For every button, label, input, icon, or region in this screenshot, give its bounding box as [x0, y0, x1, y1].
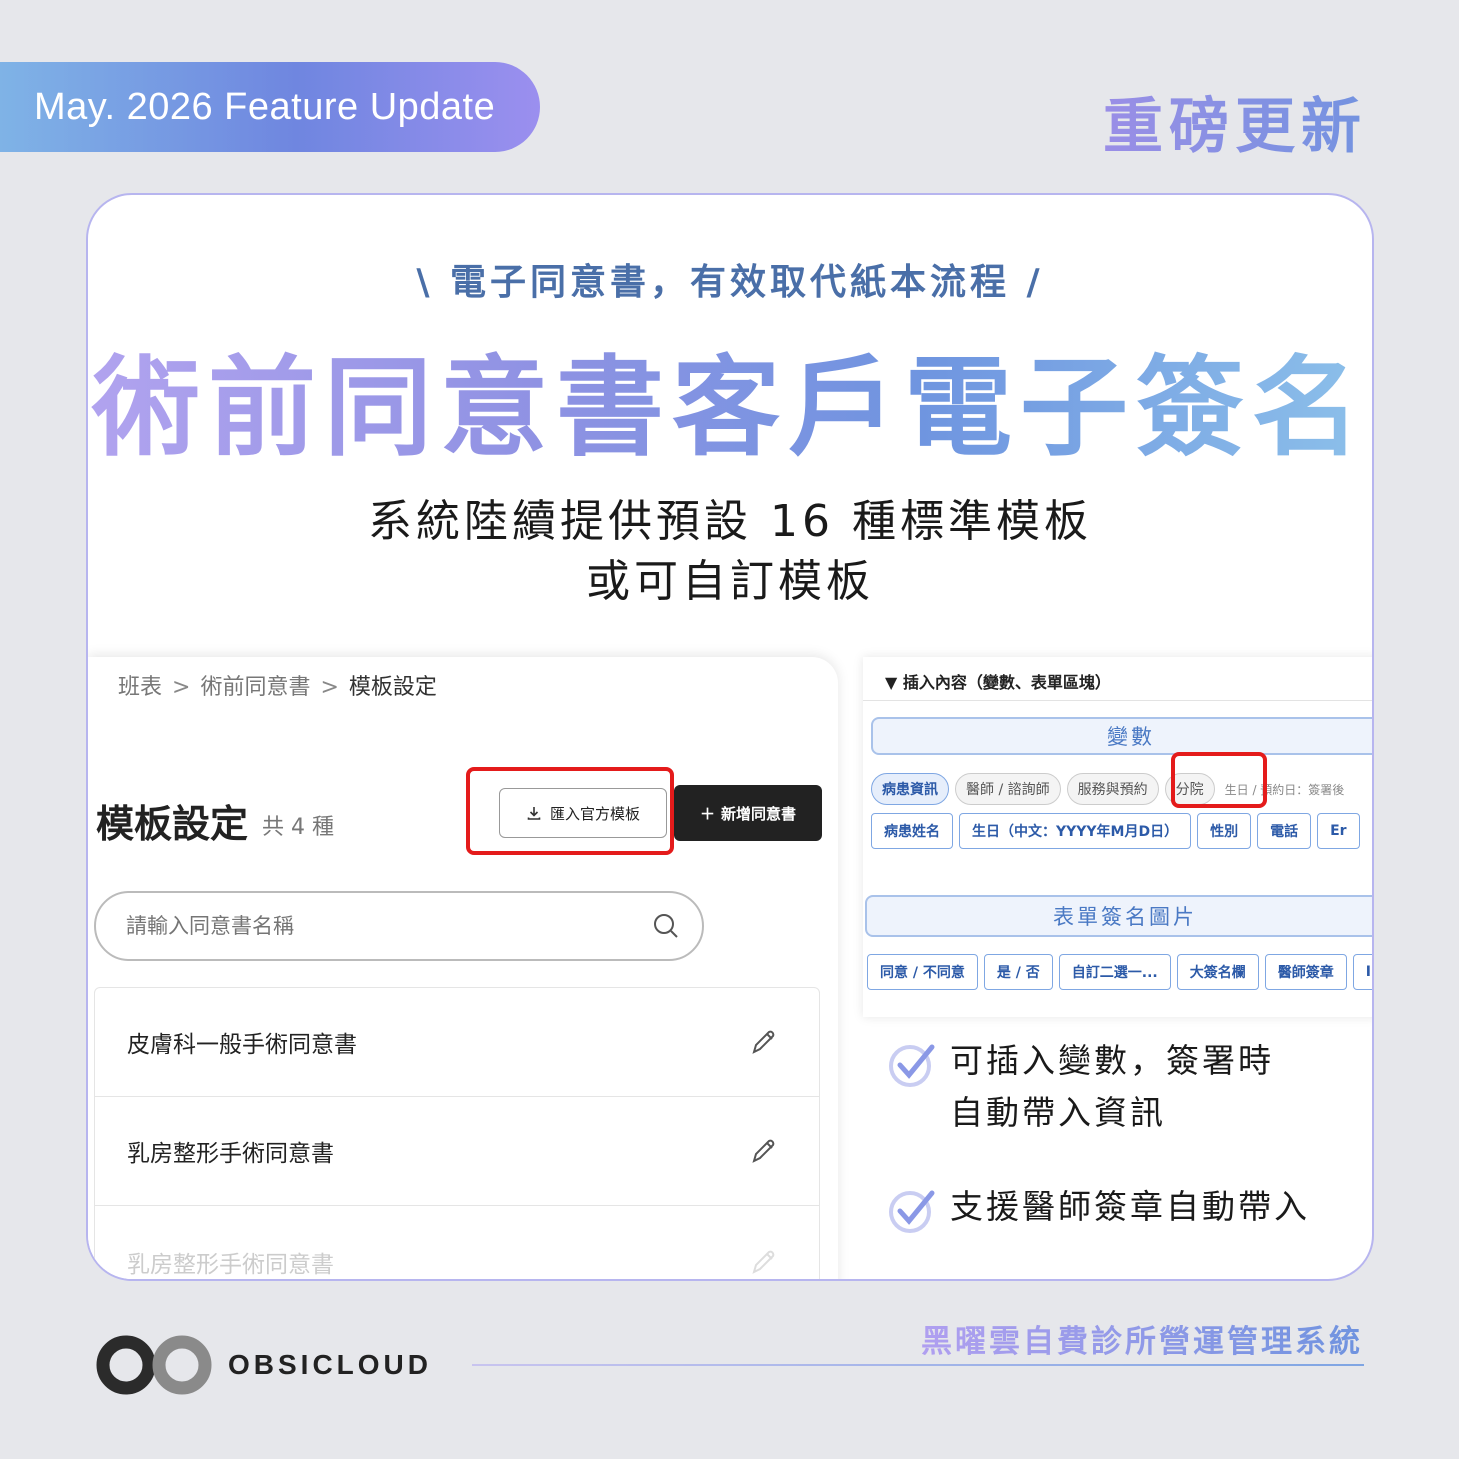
var-email-button[interactable]: Er	[1317, 813, 1360, 849]
variable-buttons: 病患姓名 生日（中文：YYYY年M月D日） 性別 電話 Er	[871, 813, 1360, 849]
main-card: \ 電子同意書，有效取代紙本流程 / 術前同意書客戶電子簽名 系統陸續提供預設 …	[86, 193, 1374, 1281]
template-name: 乳房整形手術同意書	[127, 1141, 334, 1167]
search-input[interactable]	[126, 914, 606, 938]
company-name: 黑曜雲自費診所營運管理系統	[921, 1316, 1363, 1361]
plus-icon: ＋	[699, 804, 715, 823]
feature-doctor-seal: 支援醫師簽章自動帶入	[888, 1181, 1310, 1235]
variables-section-bar[interactable]: 變數	[871, 717, 1372, 755]
logo-icon	[96, 1335, 212, 1395]
list-item[interactable]: 乳房整形手術同意書	[95, 1206, 819, 1279]
insert-content-panel: ▼ 插入內容（變數、表單區塊） 變數 病患資訊 醫師 / 諮詢師 服務與預約 分…	[863, 657, 1372, 1017]
feature-text: 支援醫師簽章自動帶入	[950, 1187, 1310, 1226]
feature-update-badge: May. 2026 Feature Update	[0, 62, 540, 152]
tagline: \ 電子同意書，有效取代紙本流程 /	[416, 262, 1044, 303]
form-large-signature-button[interactable]: 大簽名欄	[1176, 954, 1259, 990]
edit-icon[interactable]	[747, 1245, 781, 1279]
template-name: 乳房整形手術同意書	[127, 1252, 334, 1278]
var-gender-button[interactable]: 性別	[1197, 813, 1252, 849]
form-signature-section-bar[interactable]: 表單簽名圖片	[865, 895, 1372, 937]
var-phone-button[interactable]: 電話	[1257, 813, 1312, 849]
search-box	[94, 891, 704, 961]
variable-tabs: 病患資訊 醫師 / 諮詢師 服務與預約 分院 生日 / 預約日：簽署後	[871, 773, 1348, 805]
form-custom-choice-button[interactable]: 自訂二選一...	[1058, 954, 1171, 990]
download-icon	[527, 807, 541, 820]
template-name: 皮膚科一般手術同意書	[127, 1032, 357, 1058]
obsicloud-logo: OBSICLOUD	[96, 1334, 432, 1396]
feature-text: 自動帶入資訊	[950, 1093, 1166, 1132]
check-icon	[889, 1044, 935, 1087]
tab-patient-info[interactable]: 病患資訊	[871, 773, 949, 805]
breadcrumb-separator: >	[320, 675, 339, 700]
hero-title: 術前同意書客戶電子簽名	[88, 321, 1372, 477]
edit-icon[interactable]	[747, 1134, 781, 1168]
form-agree-button[interactable]: 同意 / 不同意	[867, 954, 978, 990]
form-more-button[interactable]: I	[1352, 954, 1372, 990]
feature-text: 可插入變數，簽署時	[950, 1041, 1274, 1080]
headline: 重磅更新	[1103, 78, 1367, 165]
var-patient-name-button[interactable]: 病患姓名	[871, 813, 953, 849]
search-icon[interactable]	[652, 912, 680, 940]
var-birthday-button[interactable]: 生日（中文：YYYY年M月D日）	[959, 813, 1192, 849]
template-list: 皮膚科一般手術同意書 乳房整形手術同意書 乳房整形手術同意書	[94, 987, 820, 1279]
tab-service[interactable]: 服務與預約	[1066, 773, 1159, 805]
form-buttons: 同意 / 不同意 是 / 否 自訂二選一... 大簽名欄 醫師簽章 I	[867, 954, 1372, 990]
tab-doctor[interactable]: 醫師 / 諮詢師	[955, 773, 1061, 805]
logo-text: OBSICLOUD	[228, 1349, 432, 1380]
breadcrumb-item[interactable]: 術前同意書	[200, 675, 310, 700]
breadcrumb-current: 模板設定	[348, 675, 437, 700]
form-yes-no-button[interactable]: 是 / 否	[983, 954, 1053, 990]
feature-variables: 可插入變數，簽署時 自動帶入資訊	[888, 1035, 1274, 1139]
list-item[interactable]: 皮膚科一般手術同意書	[95, 988, 819, 1097]
breadcrumb-separator: >	[172, 675, 191, 700]
insert-content-header[interactable]: ▼ 插入內容（變數、表單區塊）	[863, 657, 1372, 701]
import-button-label: 匯入官方模板	[549, 804, 640, 823]
highlight-box	[1171, 752, 1267, 808]
check-icon	[889, 1190, 935, 1233]
page-title: 模板設定	[96, 802, 249, 846]
add-button-label: 新增同意書	[721, 804, 797, 823]
list-item[interactable]: 乳房整形手術同意書	[95, 1097, 819, 1206]
badge-text: May. 2026 Feature Update	[34, 85, 496, 128]
add-consent-button[interactable]: ＋ 新增同意書	[674, 785, 822, 841]
subtitle-line1: 系統陸續提供預設 16 種標準模板	[368, 496, 1092, 547]
import-official-template-button[interactable]: 匯入官方模板	[499, 788, 667, 838]
edit-icon[interactable]	[747, 1025, 781, 1059]
template-count: 共 4 種	[262, 815, 334, 840]
template-settings-panel: 班表 > 術前同意書 > 模板設定 模板設定 共 4 種 匯入官方模板 ＋ 新增同意書 …	[88, 657, 838, 1279]
footer-divider	[472, 1364, 1364, 1366]
form-doctor-seal-button[interactable]: 醫師簽章	[1264, 954, 1347, 990]
breadcrumb: 班表 > 術前同意書 > 模板設定	[118, 669, 437, 701]
subtitle-line2: 或可自訂模板	[586, 556, 874, 607]
breadcrumb-item[interactable]: 班表	[118, 675, 162, 700]
